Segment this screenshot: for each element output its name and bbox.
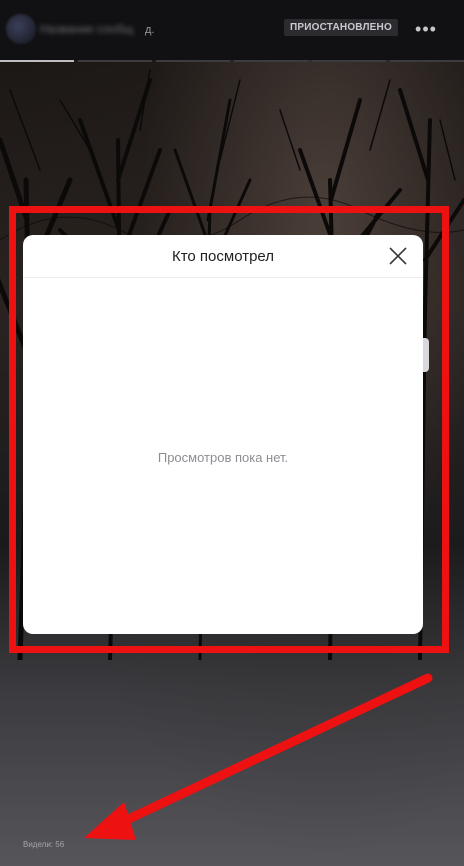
modal-title: Кто посмотрел (171, 248, 275, 265)
more-options-icon[interactable]: ••• (412, 20, 440, 38)
close-icon[interactable] (387, 245, 409, 267)
story-progress-bar (0, 60, 464, 63)
author-name-blurred[interactable]: Название сообщ (40, 22, 150, 36)
viewers-modal: Кто посмотрел Просмотров пока нет. (23, 235, 423, 634)
empty-state-message: Просмотров пока нет. (157, 450, 289, 465)
modal-header: Кто посмотрел (23, 235, 423, 278)
progress-segment (0, 60, 74, 62)
paused-status-badge[interactable]: ПРИОСТАНОВЛЕНО (284, 19, 398, 36)
story-header: Название сообщ д. ПРИОСТАНОВЛЕНО ••• (0, 0, 464, 60)
author-name-suffix: д. (145, 24, 155, 36)
progress-segment (390, 60, 464, 62)
progress-segment (234, 60, 308, 62)
views-count[interactable]: Видели: 56 (23, 840, 64, 849)
progress-segment (78, 60, 152, 62)
author-avatar[interactable] (6, 14, 36, 44)
progress-segment (312, 60, 386, 62)
progress-segment (156, 60, 230, 62)
